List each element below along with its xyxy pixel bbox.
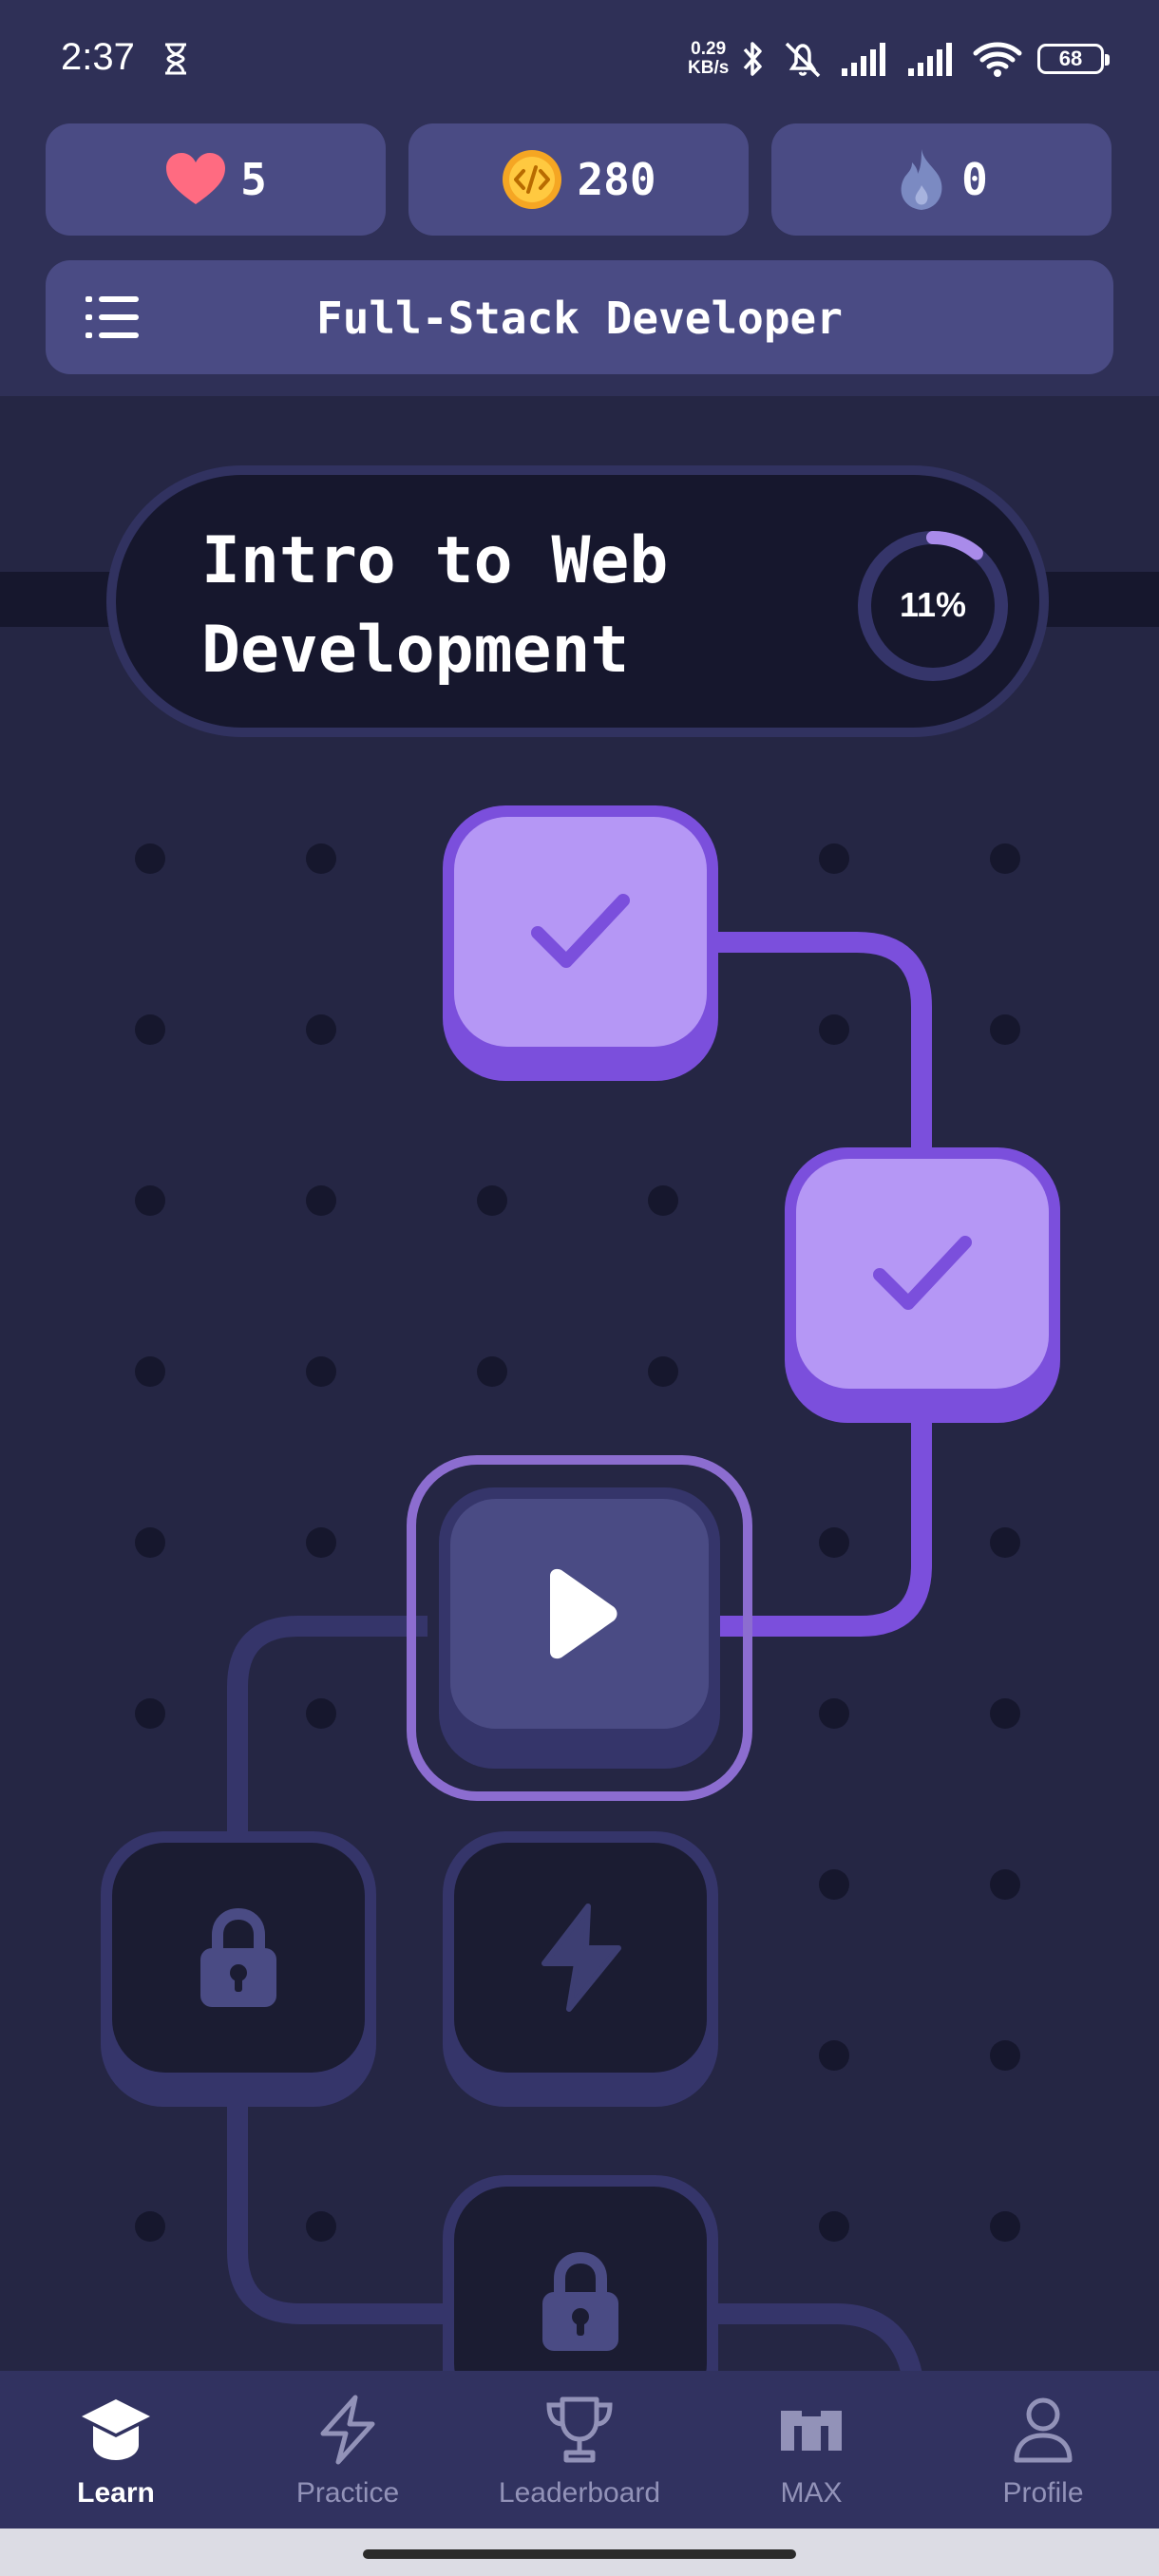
- lesson-node-face: [796, 1159, 1049, 1389]
- nav-leaderboard-label: Leaderboard: [498, 2477, 661, 2509]
- nav-practice[interactable]: Practice: [232, 2371, 464, 2529]
- check-icon: [531, 894, 630, 968]
- lesson-node-face: [112, 1843, 365, 2073]
- check-icon: [873, 1236, 972, 1310]
- lesson-node-completed-2[interactable]: [785, 1147, 1060, 1423]
- lesson-node-inner: [439, 1487, 720, 1769]
- lesson-node-current[interactable]: [407, 1455, 752, 1801]
- lesson-node-locked-2[interactable]: [443, 1831, 718, 2107]
- bottom-navigation: Learn Practice Leaderboard MAX Profile: [0, 2371, 1159, 2529]
- max-logo-icon: [781, 2411, 842, 2451]
- lesson-node-face: [454, 1843, 707, 2073]
- lesson-node-face: [454, 817, 707, 1047]
- nav-max-label: MAX: [780, 2477, 843, 2509]
- unit-title: Intro to Web Development: [201, 517, 733, 695]
- unit-header-card: Intro to Web Development 11%: [106, 465, 1049, 737]
- gesture-bar: [0, 2529, 1159, 2576]
- unit-title-line-2: Development: [201, 613, 630, 688]
- lock-icon: [200, 1907, 276, 2007]
- lock-icon: [542, 2251, 618, 2351]
- person-icon: [1014, 2397, 1073, 2463]
- play-icon: [550, 1568, 618, 1659]
- lesson-node-completed-1[interactable]: [443, 805, 718, 1081]
- unit-progress-label: 11%: [899, 585, 967, 624]
- nav-max[interactable]: MAX: [695, 2371, 927, 2529]
- bolt-icon: [542, 1904, 621, 2012]
- unit-title-line-1: Intro to Web: [201, 523, 669, 598]
- nav-profile-label: Profile: [1002, 2477, 1084, 2509]
- nav-learn[interactable]: Learn: [0, 2371, 232, 2529]
- home-indicator[interactable]: [363, 2549, 796, 2559]
- trophy-icon: [546, 2396, 613, 2463]
- unit-progress-ring: 11%: [857, 530, 1009, 682]
- nav-profile[interactable]: Profile: [927, 2371, 1159, 2529]
- graduation-cap-icon: [82, 2399, 150, 2460]
- nav-learn-label: Learn: [77, 2477, 155, 2509]
- bolt-icon: [320, 2395, 375, 2465]
- nav-practice-label: Practice: [295, 2477, 400, 2509]
- lesson-node-locked-1[interactable]: [101, 1831, 376, 2107]
- lesson-node-face: [450, 1499, 709, 1729]
- nav-leaderboard[interactable]: Leaderboard: [464, 2371, 695, 2529]
